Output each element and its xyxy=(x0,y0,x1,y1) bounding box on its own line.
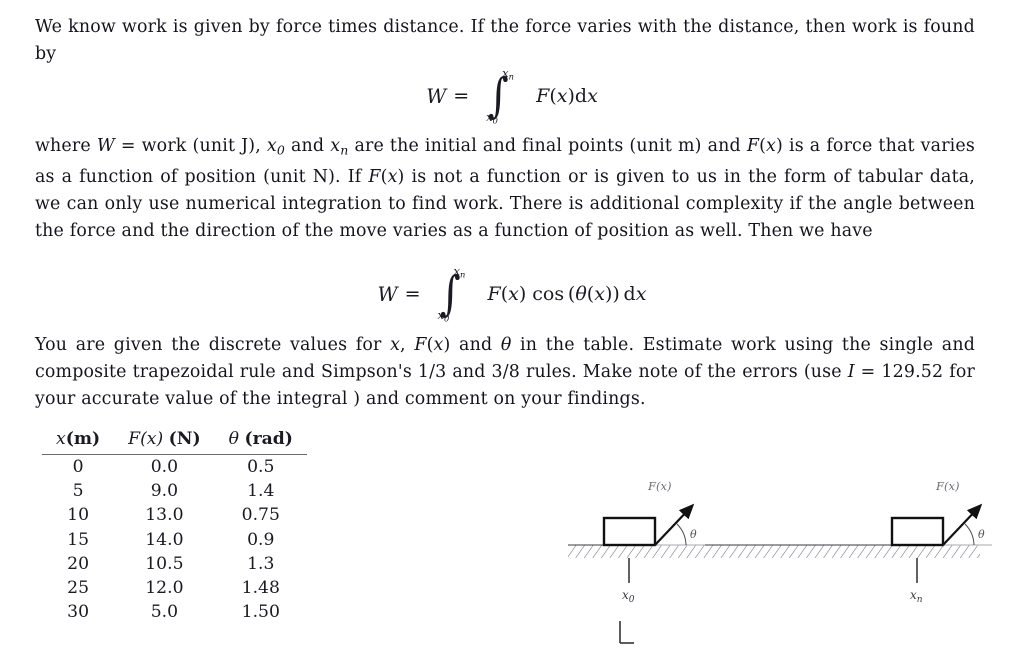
cell-x: 20 xyxy=(67,553,90,574)
table-row: 5 9.0 1.4 xyxy=(42,479,307,503)
cell-x: 0 xyxy=(72,457,84,478)
cell-theta: 0.5 xyxy=(247,457,275,478)
equation1-relation: = xyxy=(453,85,470,107)
cell-theta: 1.4 xyxy=(247,481,275,502)
equation-work-angle: W = ∫ xn x0 F(x) cos (θ(x)) dx xyxy=(0,264,1024,323)
column-header-force: F(x) (N) xyxy=(128,429,201,449)
cell-force: 5.0 xyxy=(150,602,179,623)
cell-x: 15 xyxy=(67,529,90,550)
angle-label-right: θ xyxy=(978,528,985,541)
cell-x: 5 xyxy=(72,481,84,502)
integral-sign: ∫ xn x0 xyxy=(486,66,514,125)
figure-right-panel: θ F(x) xn xyxy=(890,479,992,605)
table-body: 0 0.0 0.5 5 9.0 1.4 10 13.0 0.75 15 14.0… xyxy=(42,455,307,625)
angle-arc-right xyxy=(964,523,975,546)
figure-svg: θ F(x) x0 θ F(x) xn xyxy=(568,479,992,605)
force-arrow-left xyxy=(654,503,695,546)
table-row: 25 12.0 1.48 xyxy=(42,576,307,600)
table-row: 20 10.5 1.3 xyxy=(42,552,307,576)
position-label-left: x0 xyxy=(622,588,635,605)
paragraph-intro: We know work is given by force times dis… xyxy=(35,17,975,65)
force-label-left: F(x) xyxy=(647,479,671,493)
cell-theta: 1.3 xyxy=(247,553,275,574)
cell-force: 12.0 xyxy=(145,578,184,599)
equation2-lhs: W xyxy=(377,282,398,306)
force-label-right: F(x) xyxy=(935,479,959,493)
table-header-row: x(m) F(x) (N) θ (rad) xyxy=(42,428,307,455)
cell-theta: 0.9 xyxy=(247,529,275,550)
column-header-x: x(m) xyxy=(56,429,101,449)
document-page: We know work is given by force times dis… xyxy=(0,0,1024,657)
integral-upper-limit: xn xyxy=(453,264,466,280)
ground-hatching xyxy=(568,544,980,558)
block-left xyxy=(602,516,657,547)
cell-force: 0.0 xyxy=(150,457,179,478)
equation1-lhs: W xyxy=(426,84,447,108)
angle-label-left: θ xyxy=(690,528,697,541)
equation1-integrand: F(x)dx xyxy=(536,85,598,107)
figure-left-panel: θ F(x) x0 xyxy=(602,479,705,605)
integral-sign: ∫ xn x0 xyxy=(437,264,466,323)
cell-force: 10.5 xyxy=(145,553,184,574)
equation-work-basic: W = ∫ xn x0 F(x)dx xyxy=(0,66,1024,125)
accurate-integral-value: 129.52 xyxy=(881,362,944,383)
table-header: x(m) F(x) (N) θ (rad) xyxy=(42,428,307,455)
integral-upper-limit: xn xyxy=(502,66,514,82)
cell-x: 30 xyxy=(67,602,90,623)
angle-arc-left xyxy=(676,523,687,546)
cell-theta: 0.75 xyxy=(241,505,280,526)
corner-registration-mark xyxy=(618,621,640,647)
integral-lower-limit: x0 xyxy=(486,109,498,125)
table-row: 10 13.0 0.75 xyxy=(42,503,307,527)
cell-x: 10 xyxy=(67,505,90,526)
paragraph-assignment: You are given the discrete values for x,… xyxy=(35,335,975,410)
equation2-integrand: F(x) cos (θ(x)) dx xyxy=(487,283,647,305)
cell-x: 25 xyxy=(67,578,90,599)
table-row: 30 5.0 1.50 xyxy=(42,600,307,624)
paragraph-definitions: where W = work (unit J), x0 and xn are t… xyxy=(35,136,975,242)
table-row: 0 0.0 0.5 xyxy=(42,455,307,480)
cell-force: 9.0 xyxy=(150,481,179,502)
equation2-relation: = xyxy=(404,283,421,305)
force-angle-table: x(m) F(x) (N) θ (rad) 0 0.0 0.5 5 9.0 1.… xyxy=(42,428,307,624)
force-arrow-right xyxy=(942,503,983,546)
cell-force: 14.0 xyxy=(145,529,184,550)
block-right xyxy=(890,516,945,547)
position-label-right: xn xyxy=(910,588,923,605)
column-header-theta: θ (rad) xyxy=(228,429,293,449)
integral-lower-limit: x0 xyxy=(437,307,450,323)
cell-theta: 1.48 xyxy=(241,578,280,599)
cell-theta: 1.50 xyxy=(241,602,280,623)
figure-block-force-diagram: θ F(x) x0 θ F(x) xn xyxy=(540,462,1024,657)
table-row: 15 14.0 0.9 xyxy=(42,528,307,552)
cell-force: 13.0 xyxy=(145,505,184,526)
